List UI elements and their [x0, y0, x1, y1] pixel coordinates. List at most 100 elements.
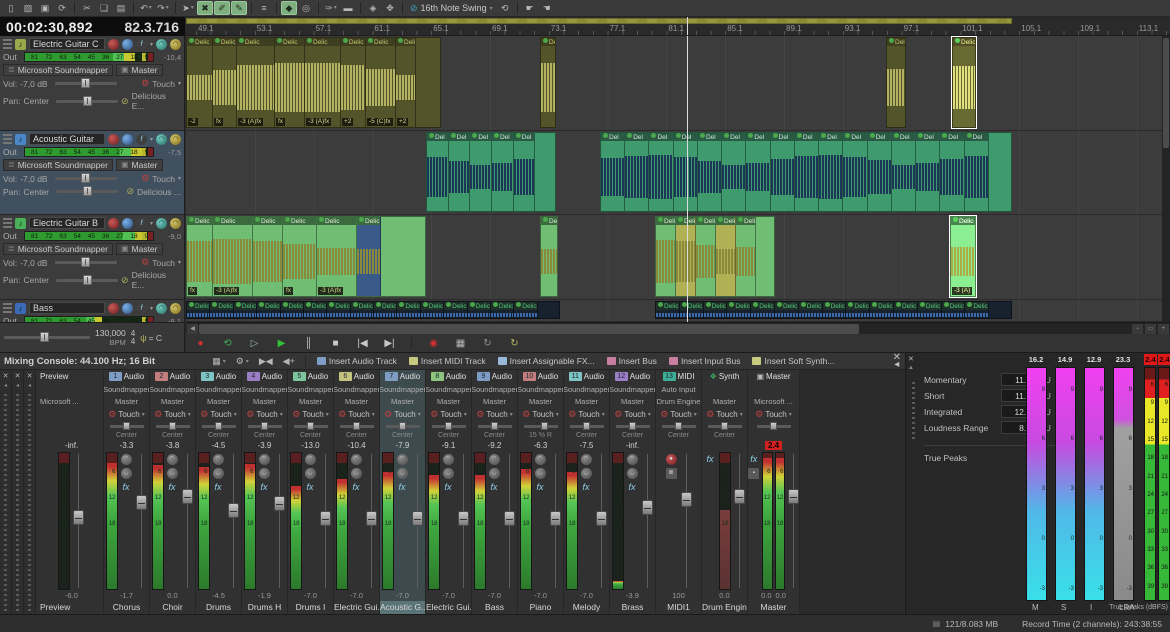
clip-segment[interactable]: Delic-5 (C)fx — [187, 296, 233, 297]
track-fx-name[interactable]: Delicious E... — [132, 91, 181, 111]
record-options-button[interactable]: ◉ — [425, 336, 442, 351]
interactive-tutorial-button[interactable]: ☚ — [539, 1, 555, 15]
clip-segment[interactable]: Delicfx — [275, 38, 305, 127]
pan-tool[interactable]: ✥ — [382, 1, 398, 15]
clip-segment[interactable]: Delic — [304, 302, 327, 318]
channel-name[interactable]: Brass — [610, 601, 655, 614]
channel-bus[interactable]: Microsoft ... — [748, 395, 799, 407]
channel-fader[interactable] — [733, 452, 746, 590]
channel-fader[interactable] — [680, 452, 693, 590]
audio-clip[interactable]: Delic — [886, 37, 906, 128]
vertical-scrollbar-thumb[interactable] — [1163, 38, 1169, 148]
fader-handle[interactable] — [73, 510, 84, 525]
clip-segment[interactable]: Delic — [281, 302, 304, 318]
fader-handle[interactable] — [182, 489, 193, 504]
fx-chain-button[interactable]: ◠ — [170, 303, 181, 314]
phase-icon[interactable]: ◡ — [535, 468, 546, 479]
automation-fx-button[interactable]: f — [136, 39, 147, 50]
clip-segment[interactable]: Delic — [736, 217, 756, 296]
fx-icon[interactable]: fx — [121, 482, 132, 493]
automation-mode[interactable]: Touch — [256, 410, 277, 419]
channel-name[interactable]: Electric Gui... — [334, 601, 379, 614]
track-name-field[interactable]: Bass — [29, 302, 105, 314]
swing-selector[interactable]: ⊘16th Note Swing▾ — [407, 1, 496, 15]
clip-segment[interactable]: Del — [427, 133, 449, 211]
automation-mode[interactable]: Touch — [532, 410, 553, 419]
fx-icon[interactable]: fx — [259, 482, 270, 493]
volume-slider[interactable] — [55, 261, 117, 264]
pan-slider-handle[interactable] — [541, 422, 548, 430]
fader-handle[interactable] — [596, 511, 607, 526]
automation-fx-button[interactable]: f — [136, 134, 147, 145]
chevron-down-icon[interactable]: ▾ — [280, 411, 283, 418]
mute-button[interactable] — [122, 218, 133, 229]
mute-tool[interactable]: ◈ — [365, 1, 381, 15]
clip-segment[interactable]: Delic — [421, 302, 444, 318]
clip-segment[interactable]: Delic — [397, 302, 420, 318]
dim-output-button[interactable]: ◀+ — [280, 354, 298, 368]
track-drag-handle[interactable] — [3, 218, 12, 228]
pan-slider[interactable] — [616, 425, 650, 428]
pan-slider[interactable] — [340, 425, 374, 428]
clip-segment[interactable]: Delic — [327, 302, 350, 318]
chevron-down-icon[interactable]: ▾ — [648, 411, 651, 418]
pan-slider-handle[interactable] — [721, 422, 728, 430]
automation-gear-icon[interactable]: ⚙ — [568, 409, 576, 420]
insert-midi-track-button[interactable]: Insert MIDI Track — [405, 354, 490, 368]
track-fx-name[interactable]: Delicious E... — [132, 270, 181, 290]
clip-indicator[interactable]: 2.4 — [765, 441, 782, 450]
clip-segment[interactable]: Delic-2 — [187, 38, 213, 127]
phase-icon[interactable]: ◡ — [121, 468, 132, 479]
track-name-field[interactable]: Acoustic Guitar — [29, 133, 105, 145]
phase-icon[interactable]: ◡ — [489, 468, 500, 479]
phase-icon[interactable]: ◡ — [581, 468, 592, 479]
chevron-down-icon[interactable]: ▾ — [372, 411, 375, 418]
chevron-down-icon[interactable]: ▾ — [789, 411, 792, 418]
clip-segment[interactable]: Delic — [894, 302, 918, 318]
bus-selector[interactable]: ▣Master — [116, 159, 163, 171]
channel-bus[interactable]: Master — [472, 395, 517, 407]
pan-slider-handle[interactable] — [491, 422, 498, 430]
midi-bank-icon[interactable]: ≣ — [666, 468, 677, 479]
dock-arrow-icon[interactable]: ▲ — [908, 365, 914, 371]
phase-icon[interactable]: ◡ — [351, 468, 362, 479]
chevron-down-icon[interactable]: ▾ — [178, 175, 181, 182]
audio-clip[interactable]: Delic — [540, 37, 556, 128]
fx-chain-button[interactable]: ◠ — [170, 218, 181, 229]
chevron-down-icon[interactable]: ▾ — [464, 411, 467, 418]
clip-segment[interactable]: Delic — [656, 302, 680, 318]
clip-segment[interactable]: Delic+2 — [396, 38, 416, 127]
channel-bus[interactable]: Master — [242, 395, 287, 407]
routing-icon[interactable]: ◠ — [259, 454, 270, 465]
mixer-channel-strip[interactable]: ▣MasterMicrosoft ...⚙Touch▾2.4fx▪6121861… — [748, 370, 800, 614]
automation-gear-icon[interactable]: ⚙ — [108, 409, 116, 420]
pan-slider[interactable] — [757, 425, 791, 428]
audio-clip[interactable]: Delic — [540, 216, 558, 297]
insert-bus-button[interactable]: Insert Bus — [603, 354, 661, 368]
routing-button[interactable]: ◠ — [156, 303, 167, 314]
routing-icon[interactable]: ◠ — [351, 454, 362, 465]
channel-bus[interactable]: Master — [104, 395, 149, 407]
clip-segment[interactable]: Del — [601, 133, 625, 211]
fader-handle[interactable] — [504, 511, 515, 526]
what-is-this-button[interactable]: ☛ — [522, 1, 538, 15]
clip-segment[interactable]: Del — [771, 133, 795, 211]
channel-output-device[interactable] — [40, 383, 103, 395]
channel-fader[interactable] — [457, 452, 470, 590]
fx-icon[interactable]: fx — [351, 482, 362, 493]
clip-segment[interactable]: Delic — [704, 302, 728, 318]
loop-region-button[interactable]: ↻ — [479, 336, 496, 351]
pan-slider[interactable] — [386, 425, 420, 428]
volume-slider[interactable] — [55, 82, 117, 85]
channel-bus[interactable]: Microsoft ... — [40, 395, 103, 407]
clip-segment[interactable]: Delic-5 (C)fx — [187, 127, 213, 128]
timeline-ruler[interactable]: 49.153.157.161.165.169.173.177.181.185.1… — [185, 17, 1170, 36]
chevron-down-icon[interactable]: ▾ — [150, 136, 153, 143]
mixer-channel-strip[interactable]: 7AudioSoundmapperMaster⚙Touch▾Center-7.9… — [380, 370, 426, 614]
bus-selector[interactable]: ▣Master — [116, 64, 163, 76]
channel-name[interactable]: Drums H — [242, 601, 287, 614]
chevron-down-icon[interactable]: ▾ — [740, 411, 743, 418]
clip-segment[interactable]: Del — [916, 133, 940, 211]
routing-icon[interactable]: ◠ — [489, 454, 500, 465]
routing-icon[interactable]: ◠ — [213, 454, 224, 465]
